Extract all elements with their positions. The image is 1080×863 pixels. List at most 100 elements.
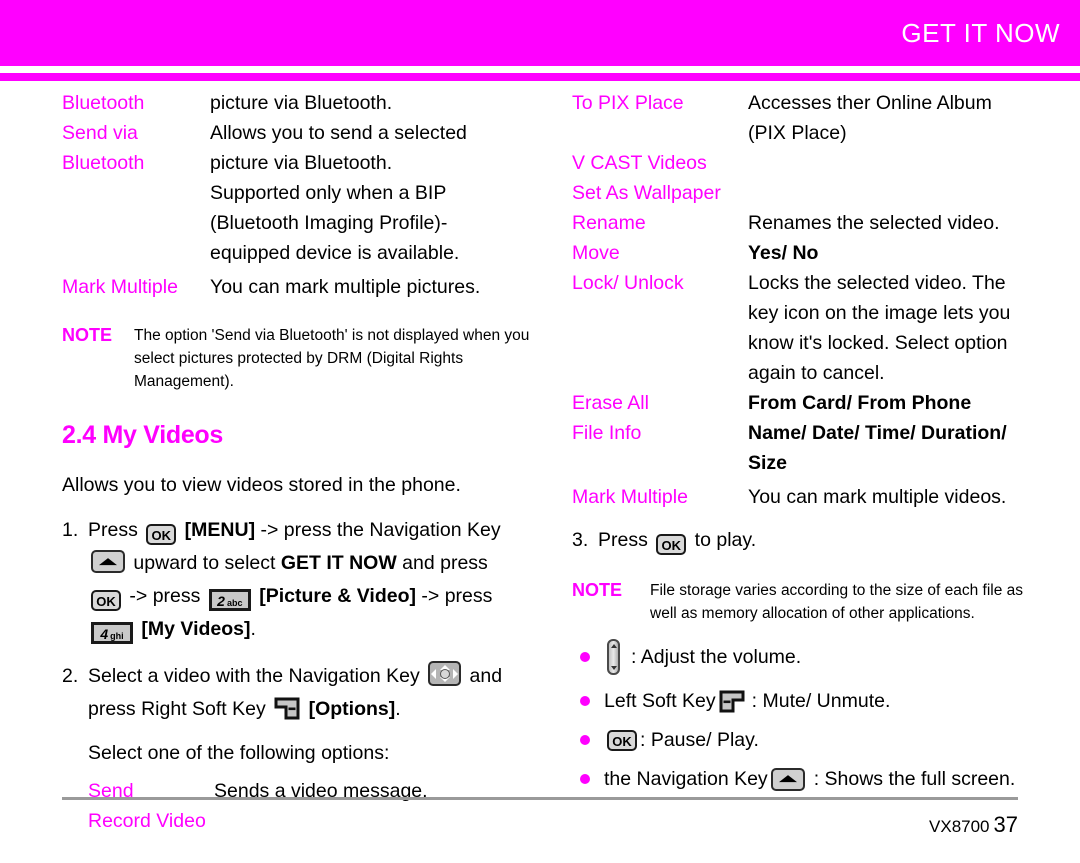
step-text-bold: [Picture & Video] — [253, 585, 416, 607]
bullet-dot-icon — [580, 652, 590, 662]
step-text: -> press the Navigation Key — [255, 519, 501, 541]
option-term: Move — [572, 242, 620, 264]
navigation-up-key-icon — [770, 767, 805, 791]
page-header-title: GET IT NOW — [901, 18, 1060, 48]
section-intro-text: Allows you to view videos stored in the … — [62, 474, 461, 496]
definition-row: Send Sends a video message. — [88, 776, 532, 806]
instruction-step-3: 3. Press OK to play. — [572, 524, 1042, 557]
ok-key-icon: OK — [607, 729, 637, 751]
step-text: to play. — [689, 529, 757, 551]
option-description: Yes/ No — [748, 242, 819, 264]
list-item: the Navigation Key : Shows the full scre… — [580, 766, 1042, 792]
option-term: Record Video — [88, 810, 206, 832]
step-body: Press OK to play. — [598, 524, 1042, 557]
instruction-step-1: 1. Press OK [MENU] -> press the Navigati… — [62, 514, 532, 646]
option-description: picture via Bluetooth. — [210, 92, 393, 114]
option-term: Rename — [572, 212, 646, 234]
option-term: Mark Multiple — [62, 276, 178, 298]
option-description: Accesses ther Online Album (PIX Place) — [748, 92, 992, 144]
option-term: Mark Multiple — [572, 486, 688, 508]
right-soft-key-icon — [274, 697, 300, 720]
left-soft-key-icon — [719, 690, 745, 713]
option-description: You can mark multiple videos. — [748, 486, 1007, 508]
step-text: Press — [88, 519, 144, 541]
step-number: 2. — [62, 665, 79, 687]
header-divider-rule — [0, 73, 1080, 81]
key-number: 4 — [100, 626, 109, 642]
list-item: OK : Pause/ Play. — [580, 727, 1042, 753]
option-description: Locks the selected video. The key icon o… — [748, 272, 1011, 384]
definition-row: Mark Multiple You can mark multiple pict… — [62, 272, 532, 302]
footer-divider-rule — [62, 797, 1018, 800]
step-text-bold: [Options] — [303, 698, 396, 720]
option-description: Sends a video message. — [214, 780, 428, 802]
list-item-prefix: the Navigation Key — [604, 768, 768, 790]
option-description: From Card/ From Phone — [748, 392, 972, 414]
step-body: Select a video with the Navigation Key a… — [88, 660, 532, 726]
option-term: File Info — [572, 422, 642, 444]
step-text-bold: GET IT NOW — [280, 552, 397, 574]
definition-row: File Info Name/ Date/ Time/ Duration/ Si… — [572, 418, 1042, 478]
key-letters: ghi — [110, 631, 124, 641]
step-text: . — [250, 618, 256, 640]
navigation-up-key-icon — [91, 550, 125, 573]
key-number: 2 — [217, 593, 225, 609]
option-term: Erase All — [572, 392, 649, 414]
step-text-bold: [My Videos] — [136, 618, 251, 640]
key-letters: abc — [226, 598, 243, 608]
step-text: upward to select — [128, 552, 281, 574]
numeric-key-4-icon: 4 ghi — [91, 622, 133, 644]
option-term: Send — [88, 780, 134, 802]
section-heading: 2.4 My Videos — [62, 421, 223, 449]
bullet-dot-icon — [580, 696, 590, 706]
definition-row: Set As Wallpaper — [572, 178, 1042, 208]
option-term: V CAST Videos — [572, 152, 707, 174]
note-label: NOTE — [572, 580, 623, 600]
step-text: . — [395, 698, 401, 720]
volume-rocker-key-icon — [607, 639, 620, 675]
note-body: File storage varies according to the siz… — [650, 582, 1024, 622]
note-block: NOTE File storage varies according to th… — [572, 579, 1042, 625]
ok-key-icon: OK — [146, 524, 177, 545]
list-item-label: : Pause/ Play. — [640, 729, 759, 751]
definition-row: Lock/ Unlock Locks the selected video. T… — [572, 268, 1042, 388]
definition-row: Mark Multiple You can mark multiple vide… — [572, 482, 1042, 512]
definition-row: To PIX Place Accesses ther Online Album … — [572, 88, 1042, 148]
right-column: To PIX Place Accesses ther Online Album … — [572, 88, 1042, 792]
option-term: Set As Wallpaper — [572, 182, 721, 204]
step-text: and press — [396, 552, 488, 574]
ok-key-icon: OK — [91, 590, 121, 611]
video-options-list-left: Send Sends a video message. Record Video — [88, 776, 532, 836]
list-item-label: : Adjust the volume. — [631, 646, 802, 668]
footer-model-name: VX8700 — [929, 817, 990, 836]
definition-row: Send via Bluetooth Allows you to send a … — [62, 118, 532, 268]
ok-key-icon: OK — [656, 534, 687, 555]
option-term: Bluetooth — [62, 92, 145, 114]
list-item-prefix: Left Soft Key — [604, 690, 716, 712]
definition-row: Move Yes/ No — [572, 238, 1042, 268]
left-column: Bluetooth picture via Bluetooth. Send vi… — [62, 88, 532, 836]
step-number: 3. — [572, 529, 589, 551]
definition-row: Erase All From Card/ From Phone — [572, 388, 1042, 418]
step-text: -> press — [416, 585, 493, 607]
bullet-dot-icon — [580, 735, 590, 745]
option-description: Allows you to send a selected picture vi… — [210, 122, 467, 264]
step-text: -> press — [124, 585, 206, 607]
definition-row: V CAST Videos — [572, 148, 1042, 178]
instruction-step-2: 2. Select a video with the Navigation Ke… — [62, 660, 532, 726]
option-term: Lock/ Unlock — [572, 272, 684, 294]
list-item: : Adjust the volume. — [580, 639, 1042, 675]
note-block: NOTE The option 'Send via Bluetooth' is … — [62, 324, 532, 393]
playback-controls-list: : Adjust the volume. Left Soft Key : Mut… — [580, 639, 1042, 792]
list-item-label: : Shows the full screen. — [813, 768, 1016, 790]
navigation-key-4way-icon — [428, 661, 462, 686]
list-item: Left Soft Key : Mute/ Unmute. — [580, 688, 1042, 714]
definition-row: Record Video — [88, 806, 532, 836]
option-term: To PIX Place — [572, 92, 684, 114]
footer: VX8700 37 — [929, 812, 1018, 838]
select-options-line: Select one of the following options: — [88, 742, 390, 764]
bullet-dot-icon — [580, 774, 590, 784]
step-number: 1. — [62, 519, 79, 541]
footer-page-number: 37 — [993, 812, 1018, 837]
step-body: Press OK [MENU] -> press the Navigation … — [88, 514, 532, 646]
